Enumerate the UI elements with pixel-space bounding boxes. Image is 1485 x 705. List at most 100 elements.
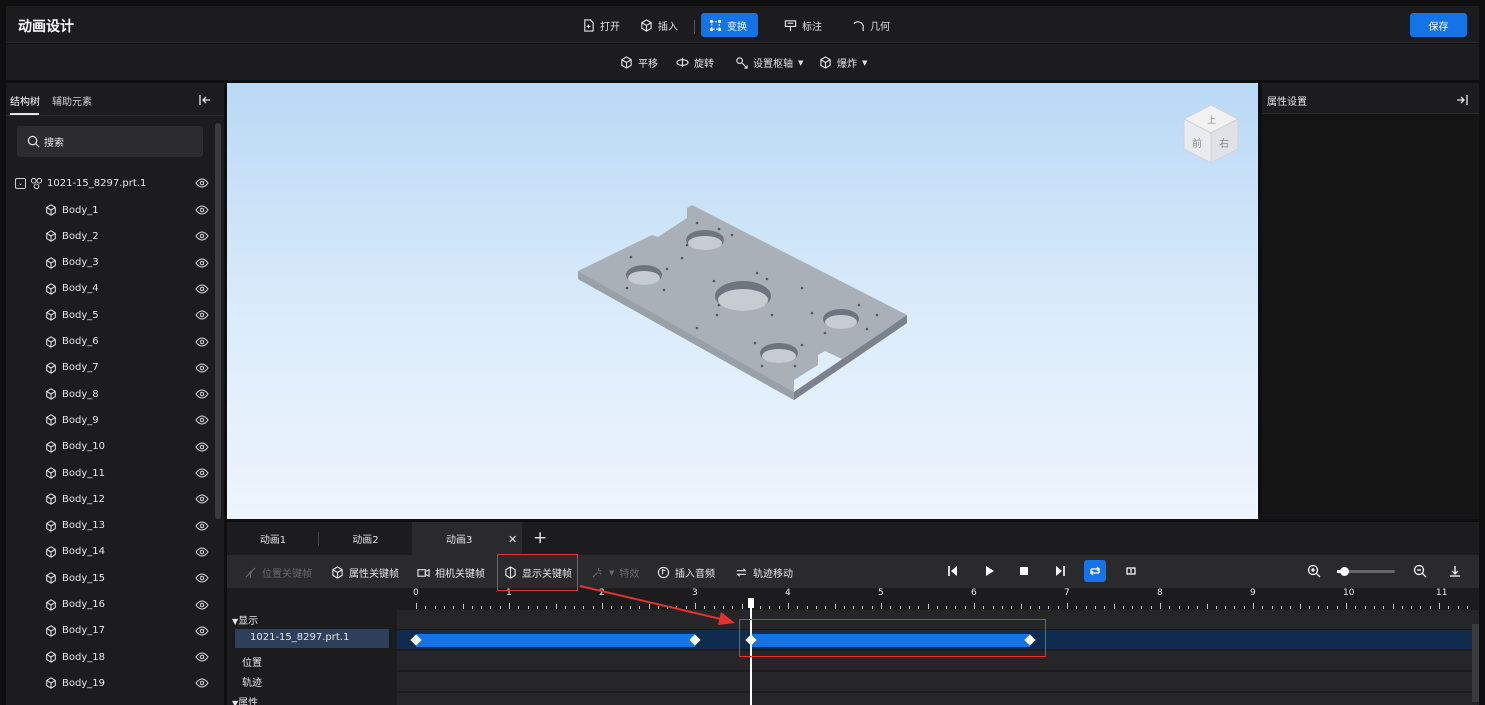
tree-item[interactable]: Body_17 <box>6 621 216 641</box>
camera-keyframe-button[interactable]: 相机关键帧 <box>417 565 485 580</box>
insert-audio-button[interactable]: 插入音频 <box>657 565 715 580</box>
tree-item[interactable]: Body_2 <box>6 226 216 246</box>
visibility-eye-icon[interactable] <box>195 257 209 269</box>
tree-item[interactable]: Body_11 <box>6 463 216 483</box>
visibility-eye-icon[interactable] <box>195 336 209 348</box>
visibility-eye-icon[interactable] <box>195 677 209 689</box>
translate-button[interactable]: 平移 <box>620 55 658 70</box>
ruler-tick <box>769 606 771 609</box>
track-position-label[interactable]: 位置 <box>242 654 262 669</box>
tree-item[interactable]: Body_15 <box>6 568 216 588</box>
part-model[interactable] <box>227 83 1258 519</box>
visibility-eye-icon[interactable] <box>195 599 209 611</box>
property-keyframe-button[interactable]: 属性关键帧 <box>331 565 399 580</box>
ruler-tick <box>1178 606 1180 609</box>
visibility-eye-icon[interactable] <box>195 467 209 479</box>
menu-transform[interactable]: 变换 <box>701 13 758 37</box>
playhead-handle[interactable] <box>747 598 754 608</box>
visibility-eye-icon[interactable] <box>195 546 209 558</box>
group-display-toggle[interactable]: ▼显示 <box>232 612 258 627</box>
previous-frame-icon[interactable] <box>946 564 960 578</box>
expand-toggle-icon[interactable]: ⌄ <box>15 177 26 189</box>
tree-item[interactable]: Body_14 <box>6 542 216 562</box>
play-icon[interactable] <box>982 564 996 578</box>
tab-animation-3[interactable]: 动画3 <box>412 522 522 555</box>
track-trajectory-label[interactable]: 轨迹 <box>242 674 262 689</box>
group-attrs-toggle[interactable]: ▼属性 <box>232 694 258 705</box>
collapse-panel-icon[interactable] <box>198 93 212 107</box>
property-panel-body <box>1262 114 1479 519</box>
tree-item[interactable]: Body_7 <box>6 358 216 378</box>
tree-item[interactable]: Body_8 <box>6 384 216 404</box>
visibility-eye-icon[interactable] <box>195 414 209 426</box>
tree-item[interactable]: Body_6 <box>6 332 216 352</box>
search-input[interactable]: 搜索 <box>17 126 203 157</box>
rotate-button[interactable]: 旋转 <box>676 55 714 70</box>
tab-animation-1[interactable]: 动画1 <box>227 522 319 555</box>
structure-panel: 结构树 辅助元素 搜索 ⌄ 1021-15_8297.prt.1 Body_1 B… <box>6 83 224 705</box>
visibility-eye-icon[interactable] <box>195 625 209 637</box>
add-tab-icon[interactable]: + <box>533 528 547 548</box>
tree-item[interactable]: Body_13 <box>6 516 216 536</box>
track-row-attrs[interactable] <box>397 693 1479 705</box>
tree-item[interactable]: Body_9 <box>6 410 216 430</box>
tree-item[interactable]: Body_16 <box>6 595 216 615</box>
tree-item[interactable]: Body_12 <box>6 489 216 509</box>
tree-scrollbar[interactable] <box>215 123 221 519</box>
menu-geometry[interactable]: 几何 <box>844 13 898 37</box>
tree-item[interactable]: Body_19 <box>6 673 216 693</box>
visibility-eye-icon[interactable] <box>195 493 209 505</box>
menu-insert[interactable]: 插入 <box>632 13 686 37</box>
menu-open[interactable]: 打开 <box>574 13 628 37</box>
visibility-eye-icon[interactable] <box>195 441 209 453</box>
trajectory-move-button[interactable]: 轨迹移动 <box>735 565 793 580</box>
download-icon[interactable] <box>1448 564 1462 578</box>
visibility-eye-icon[interactable] <box>195 177 209 189</box>
track-row-trajectory[interactable] <box>397 672 1479 692</box>
timeline-scrollbar[interactable] <box>1472 624 1479 702</box>
tree-root-node[interactable]: ⌄ 1021-15_8297.prt.1 <box>6 173 216 193</box>
tree-item[interactable]: Body_3 <box>6 253 216 273</box>
loop-button[interactable] <box>1084 560 1106 582</box>
time-ruler[interactable]: 0 1 2 3 4 5 6 7 8 9 10 11 <box>397 588 1479 610</box>
tab-auxiliary-elements[interactable]: 辅助元素 <box>52 93 92 108</box>
ruler-tick <box>425 606 427 609</box>
ruler-tick <box>1150 606 1152 609</box>
visibility-eye-icon[interactable] <box>195 362 209 374</box>
effects-button[interactable]: ▼ 特效 <box>591 565 639 580</box>
zoom-slider[interactable] <box>1337 567 1395 576</box>
close-tab-icon[interactable]: ✕ <box>508 533 517 546</box>
body-cube-icon <box>46 519 56 532</box>
tree-item[interactable]: Body_1 <box>6 200 216 220</box>
tree-item[interactable]: Body_10 <box>6 437 216 457</box>
collapse-right-panel-icon[interactable] <box>1455 93 1469 107</box>
visibility-eye-icon[interactable] <box>195 309 209 321</box>
next-frame-icon[interactable] <box>1053 564 1067 578</box>
play-once-icon[interactable] <box>1124 564 1138 578</box>
tab-structure-tree[interactable]: 结构树 <box>10 93 40 108</box>
view-cube[interactable]: 上 前 右 <box>1182 103 1240 165</box>
save-button[interactable]: 保存 <box>1410 13 1467 37</box>
visibility-eye-icon[interactable] <box>195 520 209 532</box>
3d-viewport[interactable]: 上 前 右 <box>227 83 1258 519</box>
tree-item[interactable]: Body_5 <box>6 305 216 325</box>
explode-button[interactable]: 爆炸 ▼ <box>819 55 867 70</box>
zoom-out-icon[interactable] <box>1413 564 1427 578</box>
visibility-eye-icon[interactable] <box>195 651 209 663</box>
zoom-in-icon[interactable] <box>1307 564 1321 578</box>
visibility-eye-icon[interactable] <box>195 230 209 242</box>
visibility-eye-icon[interactable] <box>195 572 209 584</box>
tab-animation-2[interactable]: 动画2 <box>319 522 412 555</box>
keyframe-segment-bar[interactable] <box>416 634 695 647</box>
stop-icon[interactable] <box>1017 564 1031 578</box>
tree-item[interactable]: Body_18 <box>6 647 216 667</box>
visibility-eye-icon[interactable] <box>195 204 209 216</box>
visibility-eye-icon[interactable] <box>195 388 209 400</box>
menu-annotate[interactable]: 标注 <box>776 13 830 37</box>
zoom-slider-thumb[interactable] <box>1339 567 1349 576</box>
set-pivot-button[interactable]: 设置枢轴 ▼ <box>735 55 803 70</box>
visibility-eye-icon[interactable] <box>195 283 209 295</box>
tree-item[interactable]: Body_4 <box>6 279 216 299</box>
ruler-tick <box>1094 606 1096 609</box>
position-keyframe-button[interactable]: 位置关键帧 <box>244 565 312 580</box>
